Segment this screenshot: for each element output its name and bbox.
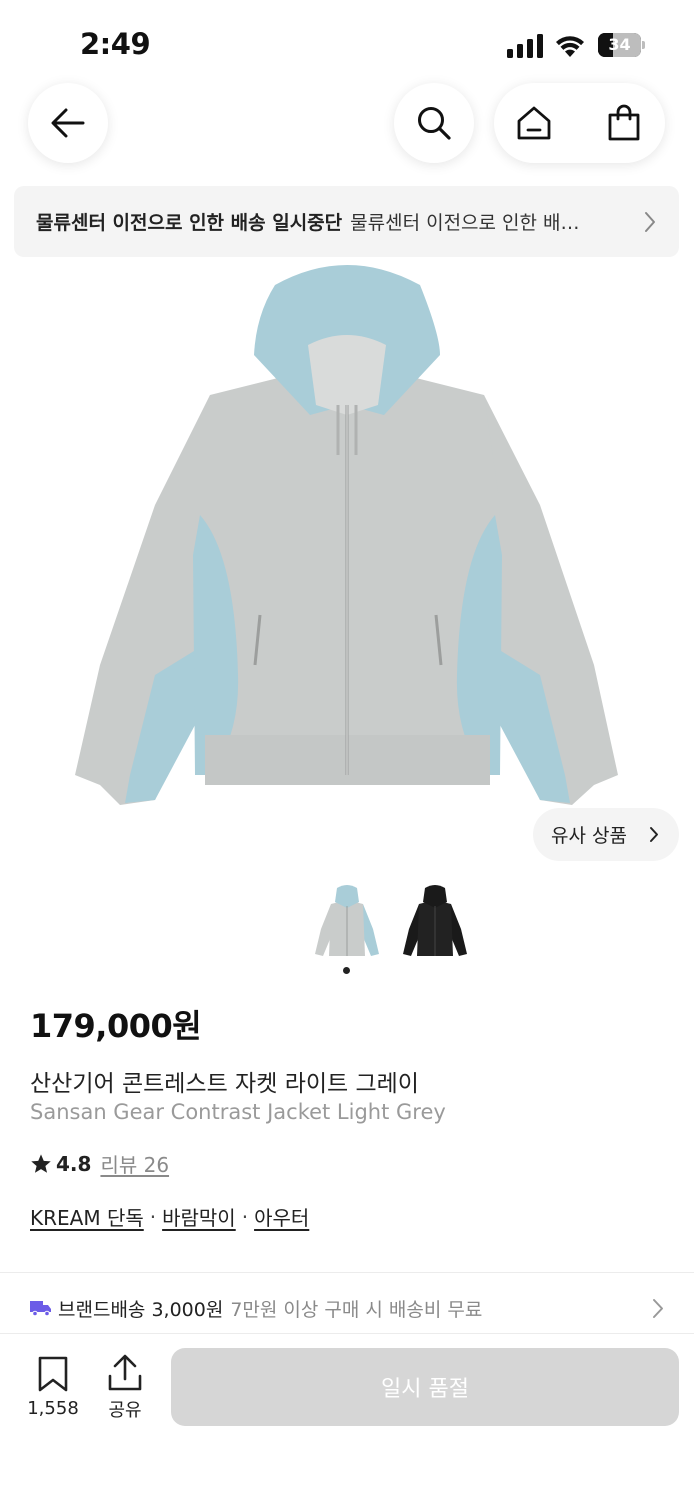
tag-outerwear[interactable]: 아우터 [254,1202,309,1231]
arrow-left-icon [51,108,85,138]
star-icon [31,1153,51,1173]
share-icon [108,1354,142,1391]
product-name-korean: 산산기어 콘트레스트 자켓 라이트 그레이 [30,1071,419,1097]
cellular-signal-icon [507,34,543,58]
shipping-info-row[interactable]: 브랜드배송 3,000원 7만원 이상 구매 시 배송비 무료 [30,1288,670,1328]
bookmark-count: 1,558 [27,1398,79,1419]
nav-pill [494,83,665,163]
rating-row: 4.8 리뷰 26 [30,1149,169,1178]
bookmark-button[interactable]: 1,558 [22,1356,84,1426]
thumbnail-black[interactable] [399,884,471,960]
share-label: 공유 [108,1400,142,1421]
search-button[interactable] [394,83,474,163]
similar-products-button[interactable]: 유사 상품 [533,808,679,861]
back-button[interactable] [28,83,108,163]
tag-separator: · [241,1204,249,1229]
image-page-indicator [343,967,350,974]
product-price: 179,000원 [30,1007,202,1045]
home-icon [517,106,551,140]
bookmark-icon [38,1356,68,1392]
share-button[interactable]: 공유 [98,1354,152,1426]
search-icon [418,107,451,140]
divider [0,1272,694,1273]
chevron-right-icon [650,827,658,842]
battery-percent: 34 [608,35,631,54]
notice-banner[interactable]: 물류센터 이전으로 인한 배송 일시중단 물류센터 이전으로 인한 배송 일시중… [14,186,679,257]
product-name-english: Sansan Gear Contrast Jacket Light Grey [30,1100,446,1124]
status-bar: 2:49 34 [0,0,694,90]
tag-windbreaker[interactable]: 바람막이 [162,1202,236,1231]
shopping-bag-button[interactable] [584,83,664,163]
sold-out-button[interactable]: 일시 품절 [171,1348,679,1426]
bottom-action-bar: 1,558 공유 일시 품절 [0,1333,694,1500]
notice-title: 물류센터 이전으로 인한 배송 일시중단 [36,212,343,234]
tags-row: KREAM 단독 · 바람막이 · 아우터 [30,1202,309,1231]
similar-products-label: 유사 상품 [551,825,627,847]
rating-value: 4.8 [56,1151,92,1176]
shopping-bag-icon [608,104,640,141]
notice-description: 물류센터 이전으로 인한 배송 일시중단 안내 [350,212,594,234]
truck-icon [30,1301,51,1316]
tag-kream-exclusive[interactable]: KREAM 단독 [30,1202,144,1231]
battery-icon: 34 [598,33,645,57]
shipping-label: 브랜드배송 3,000원 [58,1298,224,1321]
product-image[interactable] [60,255,634,815]
thumbnail-light-grey[interactable] [311,884,383,960]
review-link[interactable]: 리뷰 26 [100,1149,169,1178]
status-time: 2:49 [80,27,151,61]
home-button[interactable] [494,83,574,163]
wifi-icon [556,36,584,57]
chevron-right-icon [653,1299,663,1318]
tag-separator: · [149,1204,157,1229]
chevron-right-icon [645,212,655,232]
shipping-note: 7만원 이상 구매 시 배송비 무료 [230,1298,483,1321]
